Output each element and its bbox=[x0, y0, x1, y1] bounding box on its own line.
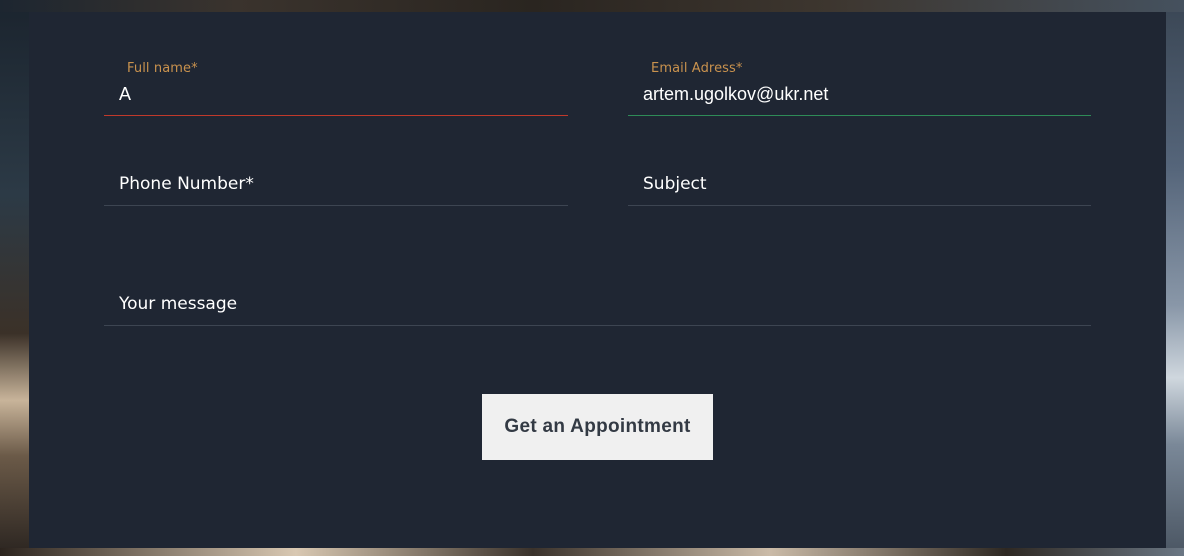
message-field[interactable]: Your message bbox=[104, 266, 1091, 326]
email-input[interactable]: artem.ugolkov@ukr.net bbox=[643, 84, 828, 105]
message-underline bbox=[104, 325, 1091, 326]
get-appointment-button[interactable]: Get an Appointment bbox=[482, 394, 713, 460]
background-photo-top-edge bbox=[0, 0, 1184, 12]
message-input[interactable]: Your message bbox=[119, 294, 237, 314]
subject-underline bbox=[628, 205, 1091, 206]
subject-field[interactable]: Subject bbox=[628, 146, 1091, 206]
background-photo-bottom-edge bbox=[0, 548, 1184, 556]
full-name-field[interactable]: Full name* A bbox=[104, 56, 568, 116]
email-field[interactable]: Email Adress* artem.ugolkov@ukr.net bbox=[628, 56, 1091, 116]
full-name-label: Full name* bbox=[127, 61, 198, 76]
full-name-input[interactable]: A bbox=[119, 84, 131, 105]
email-label: Email Adress* bbox=[651, 61, 743, 76]
background-photo-left-edge bbox=[0, 0, 29, 556]
phone-underline bbox=[104, 205, 568, 206]
appointment-form: Full name* A Email Adress* artem.ugolkov… bbox=[29, 12, 1166, 548]
full-name-underline-error bbox=[104, 115, 568, 116]
phone-field[interactable]: Phone Number* bbox=[104, 146, 568, 206]
subject-input[interactable]: Subject bbox=[643, 174, 707, 194]
phone-input[interactable]: Phone Number* bbox=[119, 174, 254, 194]
email-underline-valid bbox=[628, 115, 1091, 116]
background-photo-right-edge bbox=[1166, 0, 1184, 556]
